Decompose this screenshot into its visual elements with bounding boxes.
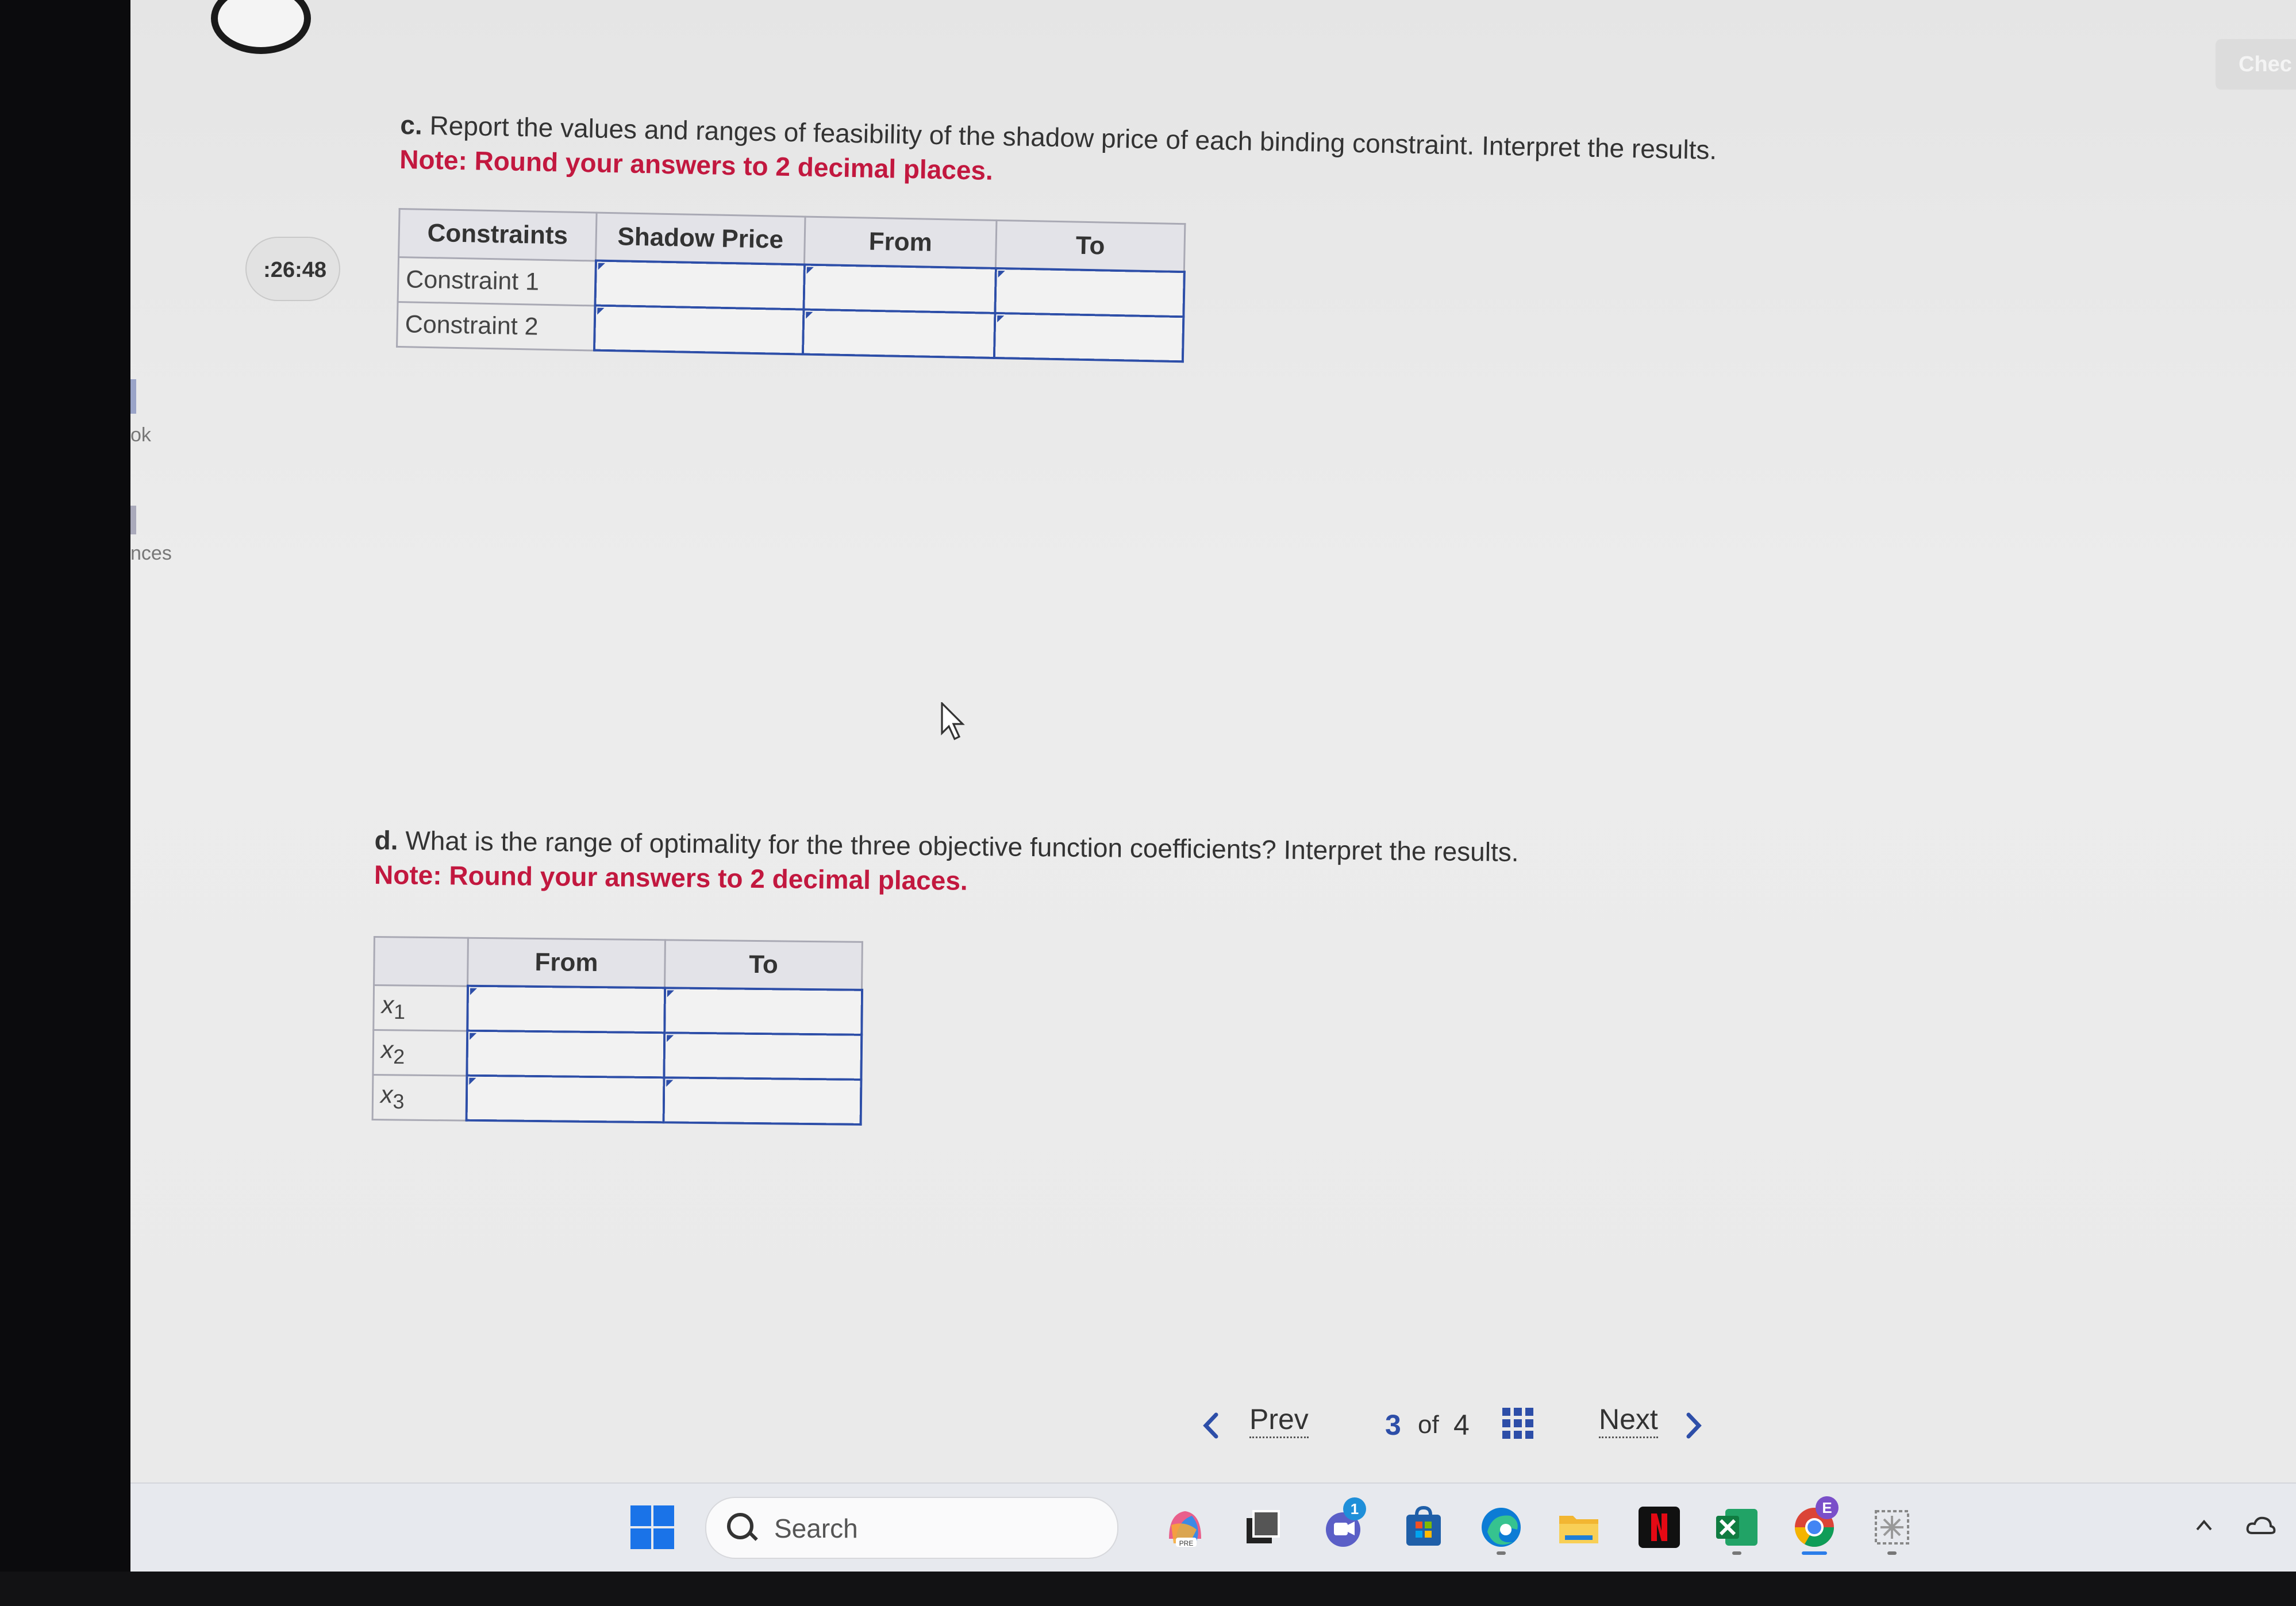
search-icon xyxy=(727,1513,753,1539)
column-header: From xyxy=(467,938,666,988)
taskbar-search-input[interactable]: Search xyxy=(705,1497,1118,1559)
variable-symbol: x xyxy=(380,1035,394,1064)
to-input[interactable] xyxy=(994,313,1183,362)
snipping-icon[interactable] xyxy=(1869,1504,1915,1550)
chevron-up-icon[interactable] xyxy=(2194,1516,2214,1536)
windows-taskbar: Search PRE 1 E xyxy=(130,1482,2296,1573)
chevron-right-icon[interactable] xyxy=(1685,1412,1702,1439)
column-header: Shadow Price xyxy=(595,213,806,265)
to-input[interactable] xyxy=(663,1033,862,1080)
part-letter: c. xyxy=(399,109,423,140)
part-letter: d. xyxy=(374,825,398,856)
sidebar-marker xyxy=(130,506,136,534)
sidebar-item-ebook[interactable]: ok xyxy=(130,424,151,446)
column-header: From xyxy=(804,217,997,268)
windows-start-icon[interactable] xyxy=(629,1504,675,1550)
current-page: 3 xyxy=(1385,1409,1401,1441)
column-header: Constraints xyxy=(398,209,597,261)
task-view-icon[interactable] xyxy=(1240,1504,1286,1550)
from-input[interactable] xyxy=(466,1030,664,1078)
next-button[interactable]: Next xyxy=(1599,1402,1658,1438)
question-part-c: c. Report the values and ranges of feasi… xyxy=(396,109,1717,373)
column-header: To xyxy=(664,939,863,990)
variable-label: x3 xyxy=(372,1074,467,1120)
file-explorer-icon[interactable] xyxy=(1556,1504,1602,1550)
svg-text:PRE: PRE xyxy=(1179,1539,1194,1547)
row-label: Constraint 2 xyxy=(397,301,595,351)
shadow-price-input[interactable] xyxy=(594,305,803,355)
from-input[interactable] xyxy=(466,1075,664,1123)
question-part-d: d. What is the range of optimality for t… xyxy=(372,825,1519,1133)
shadow-price-table: Constraints Shadow Price From To Constra… xyxy=(396,208,1186,363)
from-input[interactable] xyxy=(802,309,995,358)
range-of-optimality-table: From To x1 x2 x3 xyxy=(372,936,864,1126)
table-row: x2 xyxy=(372,1029,862,1080)
from-input[interactable] xyxy=(467,985,665,1033)
column-header xyxy=(374,937,468,986)
running-indicator xyxy=(1732,1551,1741,1555)
active-indicator xyxy=(1802,1551,1827,1555)
search-placeholder: Search xyxy=(774,1513,858,1543)
variable-label: x2 xyxy=(372,1029,467,1076)
monitor-bezel-left xyxy=(0,0,130,1606)
grid-view-icon[interactable] xyxy=(1501,1407,1534,1440)
chat-notification-badge: 1 xyxy=(1343,1497,1366,1520)
monitor-bezel-bottom xyxy=(0,1572,2296,1606)
excel-icon[interactable] xyxy=(1714,1504,1760,1550)
sidebar-item-references[interactable]: nces xyxy=(130,542,172,565)
browser-viewport: Chec :26:48 ok nces c. Report the values… xyxy=(130,0,2296,1482)
row-label: Constraint 1 xyxy=(398,256,596,306)
to-input[interactable] xyxy=(664,988,862,1035)
variable-subscript: 1 xyxy=(393,1000,406,1023)
chevron-left-icon[interactable] xyxy=(1202,1412,1220,1439)
shadow-price-input[interactable] xyxy=(595,260,805,310)
running-indicator xyxy=(1497,1551,1506,1555)
timer-badge[interactable]: :26:48 xyxy=(245,237,340,301)
netflix-icon[interactable] xyxy=(1636,1504,1682,1550)
table-row: x1 xyxy=(373,985,862,1035)
loading-ring-icon xyxy=(211,0,311,54)
to-input[interactable] xyxy=(994,268,1184,317)
to-input[interactable] xyxy=(663,1077,861,1124)
variable-label: x1 xyxy=(373,985,468,1031)
sidebar-marker xyxy=(130,379,136,414)
mouse-pointer-icon xyxy=(941,702,965,741)
copilot-icon[interactable]: PRE xyxy=(1162,1504,1208,1550)
total-pages: 4 xyxy=(1453,1409,1470,1441)
from-input[interactable] xyxy=(803,264,996,313)
column-header: To xyxy=(995,220,1185,272)
table-row: x3 xyxy=(372,1074,861,1124)
variable-subscript: 2 xyxy=(393,1045,405,1068)
variable-symbol: x xyxy=(380,1080,393,1109)
variable-subscript: 3 xyxy=(393,1089,405,1113)
store-icon[interactable] xyxy=(1401,1504,1447,1550)
variable-symbol: x xyxy=(381,991,394,1019)
edge-icon[interactable] xyxy=(1478,1504,1524,1550)
prev-button[interactable]: Prev xyxy=(1249,1402,1309,1438)
check-work-button[interactable]: Chec xyxy=(2216,39,2296,90)
chrome-profile-badge: E xyxy=(1816,1496,1839,1519)
onedrive-cloud-icon[interactable] xyxy=(2245,1512,2276,1538)
page-of-label: of xyxy=(1418,1411,1439,1439)
running-indicator xyxy=(1887,1551,1897,1555)
